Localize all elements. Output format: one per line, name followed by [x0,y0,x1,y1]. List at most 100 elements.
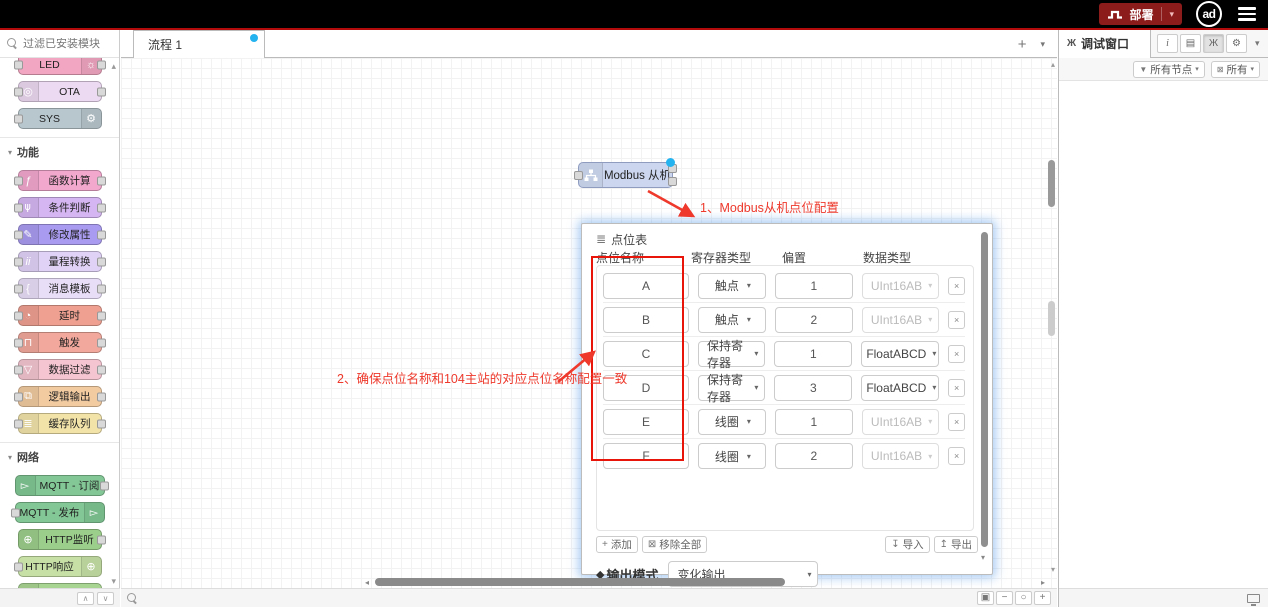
palette-item-mqtt-pub[interactable]: MQTT - 发布 ▻ [15,502,105,523]
sidebar-options-caret-icon[interactable]: ▾ [1255,38,1260,49]
palette-scroll-down-icon[interactable]: ▾ [111,577,116,586]
palette-item-logic-output[interactable]: ⧉ 逻辑输出 [18,386,102,407]
collapse-all-icon[interactable]: ∧ [77,592,94,605]
avatar[interactable]: ad [1196,1,1222,27]
palette-item-sys[interactable]: SYS ⚙ [18,108,102,129]
input-port[interactable] [574,171,583,180]
config-tab-icon[interactable]: ⚙ [1226,34,1247,53]
point-name-input[interactable] [603,307,689,333]
data-type-select: UInt16AB▾ [862,307,939,333]
register-type-select[interactable]: 保持寄存器▾ [698,341,765,367]
register-type-select[interactable]: 触点▾ [698,273,766,299]
palette-item-function[interactable]: ƒ 函数计算 [18,170,102,191]
point-table: 触点▾ UInt16AB▾ × 触点▾ UInt16AB▾ × [596,265,974,531]
bug-icon: Ж [1067,38,1076,49]
point-name-input[interactable] [603,273,689,299]
palette-section-function: ▾ 功能 ƒ 函数计算 ⋔ 条件判断 ✎ [0,137,119,434]
flow-canvas[interactable]: Modbus 从机 1、Modbus从机点位配置 2、确保点位名称和104主站的… [121,58,1057,588]
port [97,365,106,374]
data-type-select: UInt16AB▾ [862,273,939,299]
palette-item-filter[interactable]: ▽ 数据过滤 [18,359,102,380]
scroll-right-icon[interactable]: ▸ [1041,578,1045,587]
filter-nodes-button[interactable]: ▼ 所有节点 ▾ [1133,61,1204,78]
port [97,230,106,239]
zoom-in-icon[interactable]: + [1034,591,1051,605]
palette-item-label: MQTT - 发布 [16,503,84,522]
navigator-icon[interactable]: ▣ [977,591,994,605]
palette-section-header[interactable]: ▾ 功能 [0,140,119,164]
clear-messages-button[interactable]: ⊠ 所有 ▾ [1211,61,1260,78]
chevron-down-icon: ▾ [747,417,751,426]
help-tab-icon[interactable]: ▤ [1180,34,1201,53]
palette-item-template[interactable]: { 消息模板 [18,278,102,299]
deploy-options-caret-icon[interactable]: ▾ [1161,7,1174,21]
palette-search-input[interactable] [23,38,115,50]
offset-input[interactable] [774,375,852,401]
node-modbus-slave[interactable]: Modbus 从机 [578,162,673,188]
scroll-left-icon[interactable]: ◂ [365,578,369,587]
vscroll-thumb-secondary[interactable] [1048,301,1055,336]
dialog-scrollbar-thumb[interactable] [981,232,988,547]
scroll-down-icon[interactable]: ▾ [1051,565,1055,574]
register-type-select[interactable]: 触点▾ [698,307,766,333]
remove-row-button[interactable]: × [948,413,965,431]
add-flow-icon[interactable]: + [1018,36,1027,53]
output-port[interactable] [668,177,677,186]
main-menu-icon[interactable] [1236,3,1258,25]
data-type-select[interactable]: FloatABCD▾ [861,341,939,367]
palette-section-header[interactable]: ▾ 网络 [0,445,119,469]
scroll-down-icon[interactable]: ▾ [981,553,985,562]
remove-row-button[interactable]: × [948,277,965,295]
palette-item-switch[interactable]: ⋔ 条件判断 [18,197,102,218]
palette-item-delay[interactable]: ◔ 延时 [18,305,102,326]
add-row-button[interactable]: +添加 [596,536,638,553]
export-button[interactable]: ↥导出 [934,536,978,553]
remove-row-button[interactable]: × [948,311,965,329]
point-name-input[interactable] [603,341,689,367]
data-type-select[interactable]: FloatABCD▾ [861,375,939,401]
import-button[interactable]: ↧导入 [885,536,929,553]
remove-all-button[interactable]: ⊠移除全部 [642,536,707,553]
palette-item-range[interactable]: ii 量程转换 [18,251,102,272]
open-window-icon[interactable] [1247,594,1260,603]
palette-item-trigger[interactable]: ⊓ 触发 [18,332,102,353]
debug-tab-icon[interactable]: Ж [1203,34,1224,53]
vscroll-thumb[interactable] [1048,160,1055,207]
expand-all-icon[interactable]: ∨ [97,592,114,605]
register-type-select[interactable]: 线圈▾ [698,409,766,435]
palette-scroll-up-icon[interactable]: ▴ [111,62,116,71]
register-type-select[interactable]: 保持寄存器▾ [698,375,765,401]
remove-row-button[interactable]: × [948,345,965,363]
register-type-select[interactable]: 线圈▾ [698,443,766,469]
offset-input[interactable] [775,307,853,333]
palette-footer: ∧ ∨ [0,588,120,607]
hscroll-thumb[interactable] [375,578,785,586]
offset-input[interactable] [774,341,852,367]
palette-item-queue[interactable]: ≣ 缓存队列 [18,413,102,434]
scroll-up-icon[interactable]: ▴ [1051,60,1055,69]
deploy-button[interactable]: 部署 ▾ [1099,3,1182,25]
palette-item-mqtt-sub[interactable]: ▻ MQTT - 订阅 [15,475,105,496]
point-name-input[interactable] [603,409,689,435]
palette-item-change[interactable]: ✎ 修改属性 [18,224,102,245]
palette-item-http-response[interactable]: HTTP响应 ⊕ [18,556,102,577]
palette-item-led[interactable]: LED ☼ [18,58,102,75]
remove-row-button[interactable]: × [948,447,965,465]
tab-flow-1[interactable]: 流程 1 [133,30,265,58]
unsaved-changes-dot [250,34,258,42]
offset-input[interactable] [775,443,853,469]
palette-item-http-in[interactable]: ⊕ HTTP监听 [18,529,102,550]
zoom-reset-icon[interactable]: ○ [1015,591,1032,605]
point-name-input[interactable] [603,443,689,469]
offset-input[interactable] [775,273,853,299]
search-icon[interactable] [127,593,138,604]
tab-debug[interactable]: Ж 调试窗口 [1059,30,1151,58]
offset-input[interactable] [775,409,853,435]
zoom-out-icon[interactable]: − [996,591,1013,605]
remove-row-button[interactable]: × [948,379,965,397]
palette-item-label: 修改属性 [39,225,101,244]
flow-list-caret-icon[interactable]: ▾ [1040,39,1045,50]
gear-icon: ⚙ [81,109,101,128]
palette-item-ota[interactable]: ◎ OTA [18,81,102,102]
info-tab-icon[interactable]: i [1157,34,1178,53]
